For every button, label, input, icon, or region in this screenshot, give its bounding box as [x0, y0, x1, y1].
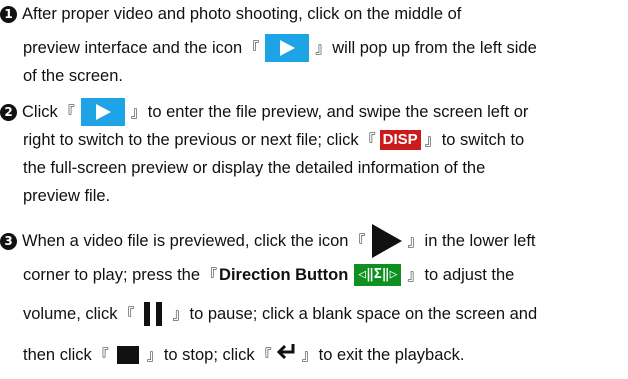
bracket-close: 』 — [301, 345, 317, 364]
step-2-text-1a: Click — [22, 103, 58, 121]
step-3-line-1: 3 When a video file is previewed, click … — [0, 224, 536, 258]
bracket-close: 』 — [315, 39, 331, 57]
step-2-text-2a: right to switch to the previous or next … — [23, 131, 359, 149]
step-2-line-4: preview file. — [23, 186, 110, 206]
step-number-3: 3 — [0, 232, 17, 250]
bracket-close: 』 — [146, 345, 162, 364]
step-2-text-3: the full-screen preview or display the d… — [23, 159, 486, 177]
bracket-open: 『 — [93, 345, 109, 364]
step-3-line-2: corner to play; press the 『 Direction Bu… — [23, 264, 514, 286]
step-3-text-2b: to adjust the — [424, 266, 515, 284]
step-1-text-1: After proper video and photo shooting, c… — [22, 5, 462, 23]
step-1-text-2b: will pop up from the left side — [332, 39, 537, 57]
step-2-line-3: the full-screen preview or display the d… — [23, 158, 485, 178]
bracket-open: 『 — [202, 266, 218, 284]
pause-icon — [144, 302, 163, 326]
step-2-line-2: right to switch to the previous or next … — [23, 130, 524, 150]
direction-button-icon: ◁‖Σ‖▷ — [354, 264, 402, 286]
step-3-text-1a: When a video file is previewed, click th… — [22, 232, 349, 250]
play-icon-black — [371, 224, 402, 258]
step-3-text-2a: corner to play; press the — [23, 266, 201, 284]
step-3-line-3: volume, click 『 』 to pause; click a blan… — [23, 302, 537, 326]
bracket-open: 『 — [350, 232, 366, 250]
bracket-open: 『 — [244, 39, 260, 57]
stop-icon — [116, 345, 139, 364]
step-2-text-2b: to switch to — [441, 131, 525, 149]
step-3-text-3a: volume, click — [23, 305, 118, 323]
step-3-text-4c: to exit the playback. — [318, 345, 465, 364]
step-2-text-4: preview file. — [23, 187, 111, 205]
disp-button-label: DISP — [379, 130, 421, 150]
bracket-close: 』 — [172, 305, 188, 323]
step-2-line-1: 2 Click 『 』 to enter the file preview, a… — [0, 98, 528, 126]
step-1-line-2: preview interface and the icon 『 』 will … — [23, 34, 537, 62]
play-icon-blue — [80, 98, 125, 126]
step-1-text-3: of the screen. — [23, 67, 123, 85]
bracket-close: 』 — [407, 266, 423, 284]
step-1-line-1: 1 After proper video and photo shooting,… — [0, 4, 461, 24]
step-number-2: 2 — [0, 103, 17, 121]
bracket-close: 』 — [407, 232, 423, 250]
step-1-line-3: of the screen. — [23, 66, 123, 86]
play-icon-blue — [265, 34, 310, 62]
step-3-text-1b: in the lower left — [424, 232, 536, 250]
step-2-text-1b: to enter the file preview, and swipe the… — [147, 103, 529, 121]
step-3-text-3b: to pause; click a blank space on the scr… — [189, 305, 538, 323]
bracket-close: 』 — [130, 103, 146, 121]
bracket-open: 『 — [360, 131, 376, 149]
bracket-open: 『 — [119, 305, 135, 323]
bracket-open: 『 — [256, 345, 272, 364]
bracket-open: 『 — [59, 103, 75, 121]
step-1-text-2a: preview interface and the icon — [23, 39, 243, 57]
step-3-text-4b: to stop; click — [163, 345, 255, 364]
direction-button-label: Direction Button — [219, 266, 349, 284]
step-number-1: 1 — [0, 5, 17, 23]
step-3-line-4: then click 『 』 to stop; click 『 』 to exi… — [23, 342, 464, 367]
bracket-close: 』 — [424, 131, 440, 149]
return-arrow-icon — [276, 342, 298, 367]
step-3-text-4a: then click — [23, 345, 92, 364]
